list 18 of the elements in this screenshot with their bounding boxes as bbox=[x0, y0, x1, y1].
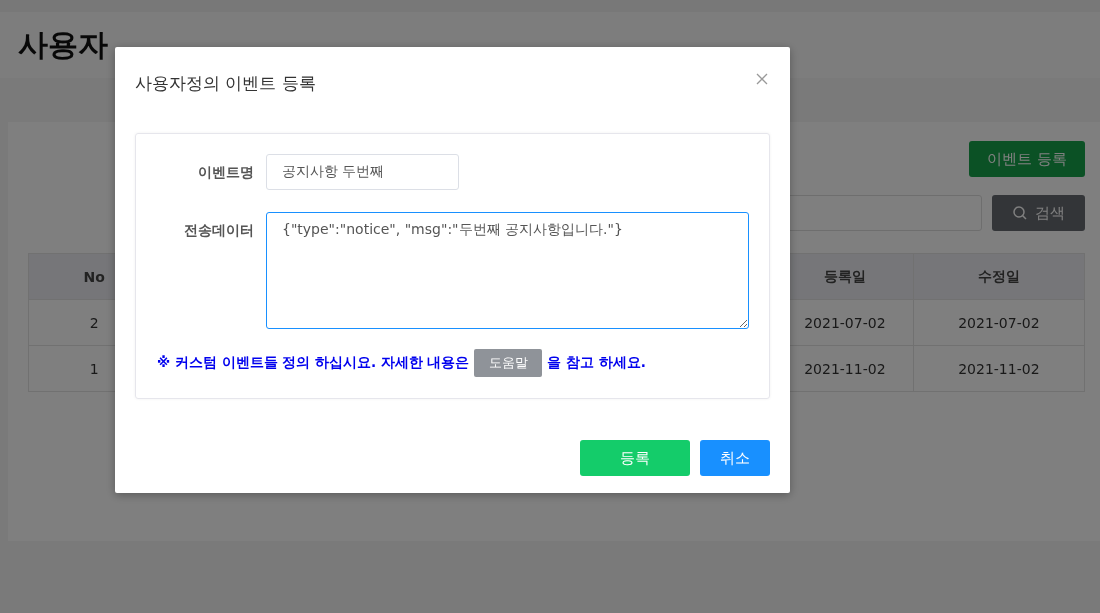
column-header: 수정일 bbox=[913, 253, 1085, 300]
page-title: 사용자 bbox=[18, 25, 108, 64]
note-text: 을 참고 하세요. bbox=[547, 354, 646, 372]
field-label: 전송데이터 bbox=[183, 221, 254, 240]
register-event-button[interactable]: 이벤트 등록 bbox=[969, 141, 1085, 177]
field-label: 이벤트명 bbox=[197, 163, 254, 182]
table-cell: 2021-07-02 bbox=[913, 299, 1085, 346]
cancel-button[interactable]: 취소 bbox=[700, 440, 770, 476]
dialog-title: 사용자정의 이벤트 등록 bbox=[135, 71, 316, 95]
search-icon bbox=[1012, 206, 1027, 220]
submit-button[interactable]: 등록 bbox=[580, 440, 690, 476]
help-button[interactable]: 도움말 bbox=[474, 349, 543, 377]
table-cell: 2021-11-02 bbox=[913, 345, 1085, 392]
close-icon[interactable] bbox=[756, 73, 768, 85]
note-text: ※ 커스텀 이벤트들 정의 하십시요. 자세한 내용은 bbox=[157, 354, 470, 372]
text-area[interactable]: {"type":"notice", "msg":"두번째 공지사항입니다."} bbox=[266, 212, 749, 329]
search-button[interactable]: 검색 bbox=[992, 195, 1085, 231]
input-field[interactable]: 공지사항 두번째 bbox=[266, 154, 459, 190]
